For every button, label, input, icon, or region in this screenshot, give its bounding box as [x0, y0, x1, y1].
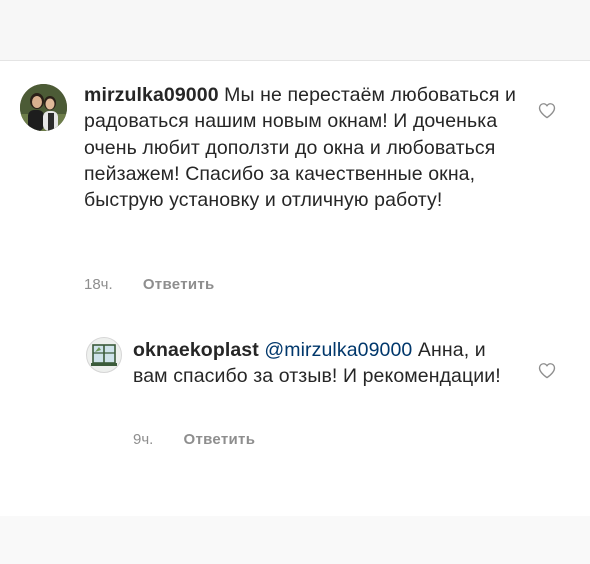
comment-meta: 9ч. Ответить — [133, 431, 255, 448]
comment-timestamp[interactable]: 9ч. — [133, 431, 153, 448]
window-logo — [91, 344, 117, 366]
bottom-bar — [0, 516, 590, 564]
reply-button[interactable]: Ответить — [184, 431, 256, 448]
reply-text: oknaekoplast @mirzulka09000 Анна, и вам … — [133, 337, 503, 390]
user-photo — [20, 84, 67, 131]
heart-icon[interactable] — [538, 362, 556, 379]
mention-link[interactable]: @mirzulka09000 — [264, 339, 412, 361]
comment-username[interactable]: mirzulka09000 — [84, 84, 219, 106]
top-bar — [0, 0, 590, 60]
comment-meta: 18ч. Ответить — [84, 276, 215, 293]
reply-button[interactable]: Ответить — [143, 276, 215, 293]
top-divider — [0, 60, 590, 61]
heart-icon[interactable] — [538, 102, 556, 119]
comment-username[interactable]: oknaekoplast — [133, 339, 259, 361]
comment-text: mirzulka09000 Мы не перестаём любоваться… — [84, 82, 524, 213]
avatar[interactable] — [20, 84, 67, 131]
avatar[interactable] — [86, 337, 122, 373]
comment-timestamp[interactable]: 18ч. — [84, 276, 113, 293]
